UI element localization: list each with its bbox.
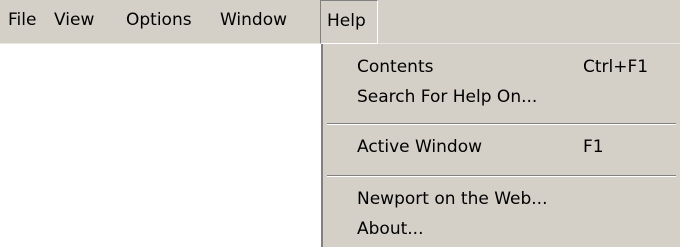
menu-bar: File View Options Window Help bbox=[0, 0, 680, 44]
menu-options[interactable]: Options bbox=[126, 0, 192, 44]
menu-item-label: Contents bbox=[357, 57, 434, 77]
menu-help[interactable]: Help bbox=[320, 0, 378, 44]
menu-item-label: Search For Help On... bbox=[357, 87, 538, 107]
menu-item-shortcut: Ctrl+F1 bbox=[583, 57, 649, 77]
menu-item-label: Active Window bbox=[357, 137, 483, 157]
menu-view[interactable]: View bbox=[54, 0, 94, 44]
menu-item-active-window[interactable]: Active Window F1 bbox=[323, 132, 680, 162]
menu-item-contents[interactable]: Contents Ctrl+F1 bbox=[323, 52, 680, 82]
menu-item-about[interactable]: About... bbox=[323, 214, 680, 244]
menu-item-search-for-help[interactable]: Search For Help On... bbox=[323, 82, 680, 112]
menu-window[interactable]: Window bbox=[220, 0, 287, 44]
menu-item-shortcut: F1 bbox=[583, 137, 604, 157]
menu-separator bbox=[327, 123, 676, 125]
help-dropdown-menu: Contents Ctrl+F1 Search For Help On... A… bbox=[321, 44, 680, 247]
menu-file[interactable]: File bbox=[8, 0, 36, 44]
menu-separator bbox=[327, 175, 676, 177]
menu-item-label: About... bbox=[357, 219, 424, 239]
menu-item-newport-web[interactable]: Newport on the Web... bbox=[323, 184, 680, 214]
menu-item-label: Newport on the Web... bbox=[357, 189, 548, 209]
